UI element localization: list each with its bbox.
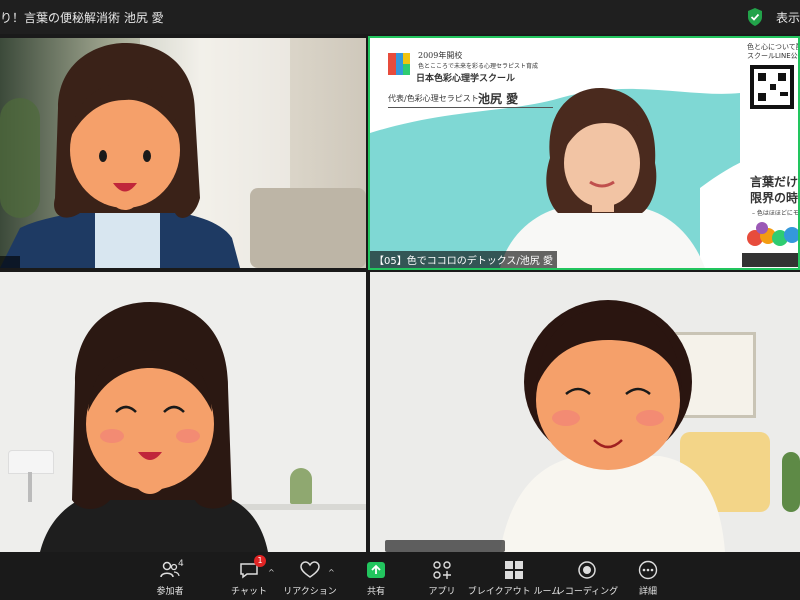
- chat-button[interactable]: 1 チャット: [228, 554, 270, 600]
- presenter-name-tag: 【05】色でココロのデトックス/池尻 愛: [370, 251, 557, 268]
- participant-avatar: [40, 302, 268, 552]
- more-label: 詳細: [638, 587, 657, 597]
- slide-school-name: 日本色彩心理学スクール: [416, 74, 516, 84]
- breakout-rooms-button[interactable]: ブレイクアウト ルーム: [468, 554, 560, 600]
- share-screen-icon: [365, 559, 387, 581]
- heart-icon: [299, 559, 321, 581]
- slide-presenter-title: 代表/色彩心理セラピスト: [388, 94, 479, 103]
- video-tile-participant-1[interactable]: [0, 38, 366, 268]
- slide-subline: – 色はほほどにモノを: [752, 210, 800, 217]
- slide-tagline: 色とこころで未来を彩る心理セラピスト育成: [418, 63, 539, 70]
- participants-count: 4: [178, 559, 184, 569]
- apps-icon: [431, 559, 453, 581]
- chat-label: チャット: [231, 587, 267, 597]
- slide-underline: [388, 107, 553, 108]
- chat-icon: 1: [238, 555, 266, 581]
- name-tag-empty: [385, 540, 505, 552]
- video-tile-participant-4[interactable]: [370, 272, 800, 552]
- window-title: り！言葉の便秘解消術 池尻 愛: [0, 11, 164, 25]
- apps-label: アプリ: [428, 587, 456, 597]
- view-button[interactable]: 表示: [776, 9, 800, 26]
- participant-avatar: [0, 43, 240, 268]
- record-icon: [576, 559, 598, 581]
- recording-button[interactable]: レコーディング: [556, 554, 618, 600]
- video-tile-presenter[interactable]: 2009年開校 色とこころで未来を彩る心理セラピスト育成 日本色彩心理学スクール…: [370, 38, 800, 268]
- more-button[interactable]: 詳細: [630, 554, 666, 600]
- title-bar: り！言葉の便秘解消術 池尻 愛 表示: [0, 0, 800, 34]
- more-icon: [637, 559, 659, 581]
- breakout-rooms-label: ブレイクアウト ルーム: [467, 587, 561, 597]
- reactions-options-caret-icon[interactable]: ^: [328, 568, 335, 577]
- video-tile-participant-3[interactable]: [0, 272, 366, 552]
- reactions-label: リアクション: [283, 587, 337, 597]
- share-screen-button[interactable]: 共有: [358, 554, 394, 600]
- name-tag-empty: [0, 256, 20, 268]
- security-shield-icon[interactable]: [745, 7, 765, 27]
- meeting-toolbar: 参加者 4 1 チャット ^ リアクション ^ 共有 アプリ ブレイクアウト ル…: [0, 554, 800, 600]
- share-label: 共有: [366, 587, 385, 597]
- participant-avatar: [500, 300, 725, 552]
- breakout-rooms-icon: [503, 559, 525, 581]
- chat-options-caret-icon[interactable]: ^: [268, 568, 275, 577]
- slide-established: 2009年開校: [418, 51, 463, 60]
- chat-unread-badge: 1: [254, 555, 266, 567]
- recording-label: レコーディング: [555, 587, 619, 597]
- apps-button[interactable]: アプリ: [424, 554, 460, 600]
- participants-label: 参加者: [156, 587, 184, 597]
- slide-headline-2: 限界の時代: [750, 191, 800, 205]
- reactions-button[interactable]: リアクション: [283, 554, 337, 600]
- participants-button[interactable]: 参加者: [150, 554, 190, 600]
- slide-line-caption-2: スクールLINE公式: [747, 52, 800, 60]
- slide-headline-1: 言葉だけで: [750, 175, 800, 189]
- slide-presenter-name: 池尻 愛: [478, 92, 519, 106]
